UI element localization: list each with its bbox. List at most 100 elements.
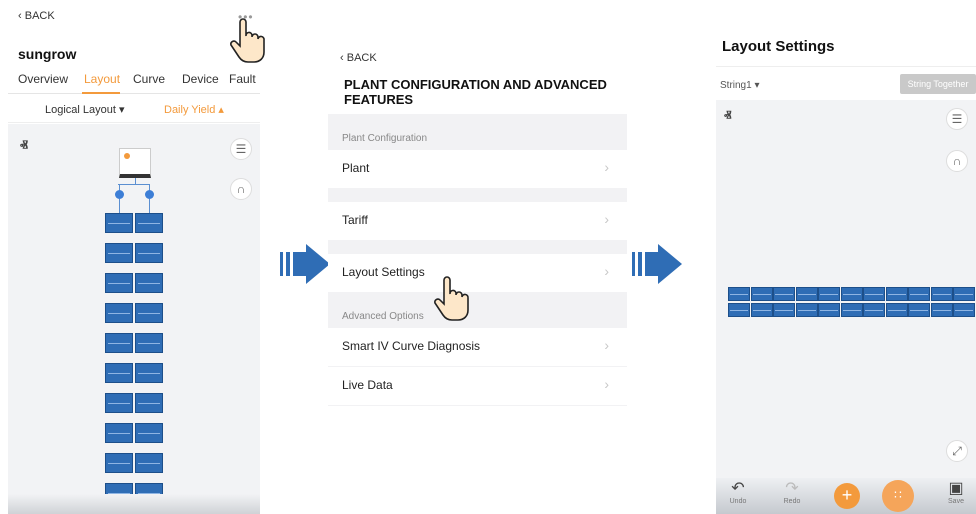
curve-icon[interactable]: ∩: [946, 150, 968, 172]
plant-configuration-screen: ‹ BACK PLANT CONFIGURATION AND ADVANCED …: [328, 44, 627, 514]
pv-panel[interactable]: [105, 363, 133, 383]
pv-panel[interactable]: [105, 243, 133, 263]
chevron-right-icon: ›: [604, 376, 609, 392]
flow-arrow-icon: [280, 244, 330, 284]
pv-panel[interactable]: [750, 303, 773, 317]
plant-title: sungrow: [18, 46, 77, 62]
menu-item-label: Layout Settings: [342, 265, 425, 279]
bottom-toolbar: ↶ Undo ↷ Redo + ∷ ▣ Save: [716, 478, 976, 514]
save-button[interactable]: ▣ Save: [936, 480, 976, 505]
arrow-bar: [645, 252, 659, 276]
pv-panel[interactable]: [818, 287, 840, 301]
section-header-configuration: Plant Configuration: [342, 133, 428, 144]
pv-panel[interactable]: [135, 423, 163, 443]
layout-canvas[interactable]: ⱏ ☰ ∩: [8, 124, 260, 504]
add-button[interactable]: +: [834, 483, 860, 509]
redo-label: Redo: [783, 498, 801, 505]
arrow-bar: [280, 252, 283, 276]
tab-layout[interactable]: Layout: [84, 72, 120, 86]
undo-button[interactable]: ↶ Undo: [718, 480, 758, 505]
pv-panel[interactable]: [773, 303, 795, 317]
pv-panel[interactable]: [953, 303, 975, 317]
filter-bar: Logical Layout ▾ Daily Yield ▴: [8, 97, 260, 123]
chevron-right-icon: ›: [604, 159, 609, 175]
tab-device[interactable]: Device: [182, 72, 219, 86]
pv-panel[interactable]: [750, 287, 773, 301]
pv-panel[interactable]: [105, 423, 133, 443]
layout-settings-screen: Layout Settings String1 ▾ String Togethe…: [716, 28, 976, 514]
pv-panel[interactable]: [930, 303, 953, 317]
string-selector-dropdown[interactable]: String1 ▾: [720, 80, 759, 91]
layout-editor-canvas[interactable]: ⱏ ☰ ∩ ⤢: [716, 100, 976, 478]
pv-panel[interactable]: [135, 303, 163, 323]
tab-fault[interactable]: Fault: [229, 72, 256, 86]
menu-item-smart-iv[interactable]: Smart IV Curve Diagnosis ›: [328, 328, 627, 366]
pv-panel[interactable]: [863, 287, 885, 301]
pv-panel[interactable]: [818, 303, 840, 317]
group-button[interactable]: ∷: [882, 480, 914, 512]
chevron-right-icon: ›: [604, 263, 609, 279]
hand-pointer-icon: [434, 276, 469, 321]
pv-panel[interactable]: [135, 273, 163, 293]
empty-area: [328, 406, 627, 514]
wire: [119, 199, 120, 213]
menu-item-live-data[interactable]: Live Data ›: [328, 367, 627, 405]
pv-panel[interactable]: [908, 303, 930, 317]
layout-type-dropdown[interactable]: Logical Layout ▾: [45, 103, 125, 116]
pv-panel[interactable]: [885, 303, 908, 317]
pv-panel[interactable]: [930, 287, 953, 301]
pv-panel[interactable]: [135, 333, 163, 353]
pv-panel[interactable]: [728, 287, 750, 301]
pv-panel[interactable]: [105, 453, 133, 473]
header: ‹ BACK PLANT CONFIGURATION AND ADVANCED …: [328, 44, 627, 114]
pv-panel[interactable]: [135, 363, 163, 383]
tab-curve[interactable]: Curve: [133, 72, 165, 86]
menu-item-tariff[interactable]: Tariff ›: [328, 202, 627, 240]
list-icon[interactable]: ☰: [230, 138, 252, 160]
menu-item-layout-settings[interactable]: Layout Settings ›: [328, 254, 627, 292]
pv-panel[interactable]: [105, 393, 133, 413]
string-together-button[interactable]: String Together: [900, 74, 976, 94]
pv-panel[interactable]: [105, 273, 133, 293]
pv-panel[interactable]: [135, 243, 163, 263]
pv-panel[interactable]: [728, 303, 750, 317]
pv-panel[interactable]: [105, 213, 133, 233]
curve-icon[interactable]: ∩: [230, 178, 252, 200]
pv-panel[interactable]: [135, 213, 163, 233]
menu-item-label: Tariff: [342, 213, 368, 227]
mppt-node: [145, 190, 154, 199]
daily-yield-dropdown[interactable]: Daily Yield ▴: [164, 103, 224, 116]
pv-panel[interactable]: [135, 393, 163, 413]
flow-arrow-icon: [632, 244, 682, 284]
mppt-node: [115, 190, 124, 199]
pv-panel[interactable]: [863, 303, 885, 317]
menu-item-plant[interactable]: Plant ›: [328, 150, 627, 188]
list-icon[interactable]: ☰: [946, 108, 968, 130]
pv-panel[interactable]: [135, 453, 163, 473]
pv-panel[interactable]: [908, 287, 930, 301]
back-label: BACK: [24, 10, 55, 22]
section-header-advanced: Advanced Options: [342, 311, 424, 322]
page-title: PLANT CONFIGURATION AND ADVANCED FEATURE…: [344, 77, 607, 107]
inverter-device[interactable]: [119, 148, 151, 178]
menu-item-label: Live Data: [342, 378, 393, 392]
pv-panel[interactable]: [953, 287, 975, 301]
back-button[interactable]: ‹ BACK: [340, 52, 377, 64]
pv-panel[interactable]: [105, 303, 133, 323]
hand-pointer-icon: [230, 18, 265, 63]
pv-panel[interactable]: [105, 333, 133, 353]
back-button[interactable]: ‹ BACK: [18, 10, 55, 22]
pv-panel[interactable]: [795, 287, 818, 301]
back-label: BACK: [346, 52, 377, 64]
tab-overview[interactable]: Overview: [18, 72, 68, 86]
fullscreen-icon[interactable]: ⤢: [946, 440, 968, 462]
pv-panel[interactable]: [795, 303, 818, 317]
redo-button[interactable]: ↷ Redo: [772, 480, 812, 505]
chevron-right-icon: ›: [604, 337, 609, 353]
pv-panel[interactable]: [773, 287, 795, 301]
arrow-bar: [286, 252, 290, 276]
pv-panel[interactable]: [840, 287, 863, 301]
pv-panel[interactable]: [840, 303, 863, 317]
pv-panel[interactable]: [885, 287, 908, 301]
arrow-head: [658, 244, 682, 284]
